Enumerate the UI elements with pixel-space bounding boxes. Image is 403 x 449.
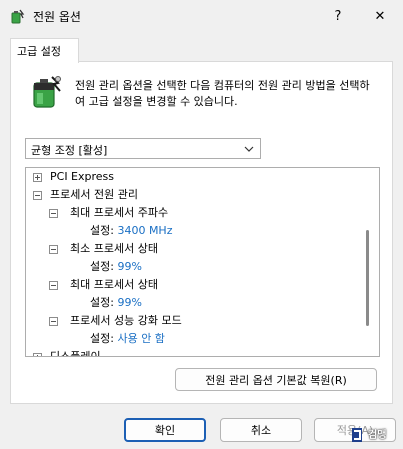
setting-value[interactable]: 3400 MHz bbox=[117, 224, 172, 237]
tab-advanced-settings[interactable]: 고급 설정 bbox=[10, 38, 79, 63]
scrollbar-thumb[interactable] bbox=[366, 230, 369, 326]
tree-item-max-frequency[interactable]: 최대 프로세서 주파수 bbox=[70, 204, 168, 222]
watermark-logo-icon bbox=[352, 428, 362, 442]
chevron-down-icon bbox=[244, 146, 254, 152]
setting-min-state[interactable]: 설정: 99% bbox=[90, 258, 142, 276]
window-title: 전원 옵션 bbox=[33, 10, 81, 24]
title-bar: 전원 옵션 ? ✕ bbox=[0, 0, 403, 32]
tree-item-boost-mode[interactable]: 프로세서 성능 강화 모드 bbox=[70, 312, 182, 330]
collapse-processor-power[interactable] bbox=[33, 191, 42, 200]
setting-max-state[interactable]: 설정: 99% bbox=[90, 294, 142, 312]
setting-label: 설정: bbox=[90, 260, 114, 273]
collapse-min-state[interactable] bbox=[49, 245, 58, 254]
close-button[interactable]: ✕ bbox=[360, 0, 400, 32]
collapse-max-state[interactable] bbox=[49, 281, 58, 290]
ok-button[interactable]: 확인 bbox=[124, 418, 206, 442]
cancel-button[interactable]: 취소 bbox=[220, 418, 302, 442]
setting-value[interactable]: 사용 안 함 bbox=[117, 332, 164, 345]
power-options-icon bbox=[11, 9, 25, 24]
tree-item-max-state[interactable]: 최대 프로세서 상태 bbox=[70, 276, 158, 294]
setting-max-frequency[interactable]: 설정: 3400 MHz bbox=[90, 222, 172, 240]
power-plan-value: 균형 조정 [활성] bbox=[31, 144, 108, 157]
setting-value[interactable]: 99% bbox=[117, 296, 141, 309]
tree-item-display[interactable]: 디스플레이 bbox=[50, 348, 101, 356]
expand-display[interactable] bbox=[33, 353, 42, 356]
tab-label: 고급 설정 bbox=[17, 45, 61, 58]
watermark-text: 컴맹 bbox=[368, 430, 387, 441]
setting-value[interactable]: 99% bbox=[117, 260, 141, 273]
collapse-max-frequency[interactable] bbox=[49, 209, 58, 218]
tree-item-pci-express[interactable]: PCI Express bbox=[50, 168, 114, 186]
setting-boost-mode[interactable]: 설정: 사용 안 함 bbox=[90, 330, 165, 348]
description-text: 전원 관리 옵션을 선택한 다음 컴퓨터의 전원 관리 방법을 선택하여 고급 … bbox=[75, 79, 370, 108]
help-button[interactable]: ? bbox=[318, 0, 358, 32]
power-plan-dropdown[interactable]: 균형 조정 [활성] bbox=[25, 138, 261, 159]
tree-item-processor-power[interactable]: 프로세서 전원 관리 bbox=[50, 186, 138, 204]
tree-item-min-state[interactable]: 최소 프로세서 상태 bbox=[70, 240, 158, 258]
collapse-boost-mode[interactable] bbox=[49, 317, 58, 326]
setting-label: 설정: bbox=[90, 296, 114, 309]
battery-icon bbox=[33, 76, 61, 108]
setting-label: 설정: bbox=[90, 224, 114, 237]
restore-defaults-button[interactable]: 전원 관리 옵션 기본값 복원(R) bbox=[175, 368, 377, 391]
settings-tree[interactable]: PCI Express 프로세서 전원 관리 최대 프로세서 주파수 설정: 3… bbox=[25, 167, 380, 357]
setting-label: 설정: bbox=[90, 332, 114, 345]
expand-pci-express[interactable] bbox=[33, 173, 42, 182]
